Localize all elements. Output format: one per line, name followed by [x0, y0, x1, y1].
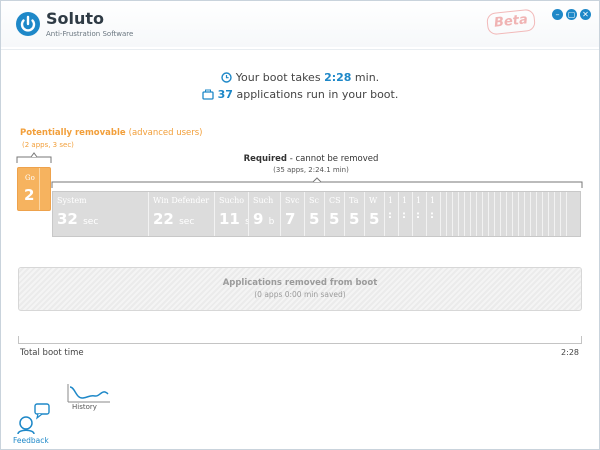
required-app-segment[interactable]: Ta 5: [345, 192, 365, 236]
app-tagline: Anti-Frustration Software: [46, 30, 134, 38]
close-button[interactable]: ✕: [580, 9, 591, 20]
required-title: Required - cannot be removed: [1, 154, 599, 164]
removable-subtitle: (2 apps, 3 sec): [22, 141, 74, 149]
removed-subtitle: (0 apps 0:00 min saved): [254, 290, 346, 299]
removable-title: Potentially removable (advanced users): [20, 128, 203, 138]
apps-count-summary: 37 applications run in your boot.: [1, 88, 599, 101]
boot-time-suffix: min.: [351, 71, 380, 84]
app-window: Soluto Anti-Frustration Software Beta – …: [0, 0, 600, 450]
removable-app-time: 2: [24, 186, 35, 204]
clock-icon: [221, 72, 232, 83]
required-app-segment[interactable]: 1:: [385, 192, 399, 236]
beta-badge: Beta: [485, 8, 537, 36]
required-title-main: Required: [243, 154, 288, 164]
minimize-button[interactable]: –: [552, 9, 563, 20]
required-subtitle: (35 apps, 2:24.1 min): [273, 166, 349, 174]
removable-app-name: Go: [25, 174, 35, 182]
removable-app-segment[interactable]: [40, 168, 50, 210]
total-boot-time-value: 2:28: [561, 348, 579, 357]
header-divider: [1, 49, 599, 50]
removed-title: Applications removed from boot: [222, 278, 378, 288]
required-app-segment[interactable]: 1:: [427, 192, 441, 236]
required-title-suffix: - cannot be removed: [287, 154, 379, 164]
apps-count-suffix: applications run in your boot.: [232, 88, 399, 101]
required-app-segment[interactable]: Sc 5: [305, 192, 325, 236]
title-bar: Soluto Anti-Frustration Software Beta – …: [1, 1, 599, 47]
required-app-segment[interactable]: Such 9 b: [249, 192, 281, 236]
removed-apps-area: Applications removed from boot (0 apps 0…: [18, 267, 582, 311]
required-app-segment[interactable]: Svc 7: [281, 192, 305, 236]
required-app-segment[interactable]: CS 5: [325, 192, 345, 236]
required-app-segment[interactable]: 1:: [399, 192, 413, 236]
required-bracket: [51, 177, 583, 188]
maximize-button[interactable]: ▢: [566, 9, 577, 20]
boot-time-summary: Your boot takes 2:28 min.: [1, 71, 599, 84]
total-timeline: [18, 343, 582, 344]
required-apps-bar: System 32 sec Win Defender 22 sec Sucho 11 …: [52, 191, 581, 237]
removable-title-note: (advanced users): [128, 128, 203, 138]
removable-title-main: Potentially removable: [20, 128, 126, 138]
required-app-segment[interactable]: 1:: [413, 192, 427, 236]
required-app-segment[interactable]: System 32 sec: [53, 192, 149, 236]
app-name: Soluto: [46, 9, 105, 28]
required-app-segment[interactable]: [567, 192, 580, 236]
feedback-icon[interactable]: [15, 403, 51, 435]
total-boot-time-label: Total boot time: [20, 348, 84, 358]
boot-time-prefix: Your boot takes: [235, 71, 325, 84]
removable-app-segment[interactable]: Go 2: [18, 168, 40, 210]
applications-icon: [202, 89, 214, 100]
history-chart-icon[interactable]: [67, 382, 111, 404]
power-logo-icon: [16, 12, 40, 36]
boot-time-value: 2:28: [324, 71, 352, 84]
total-timeline-end-tick: [581, 336, 582, 344]
history-label[interactable]: History: [72, 403, 97, 411]
required-app-segment[interactable]: W5: [365, 192, 385, 236]
required-app-segment[interactable]: Win Defender 22 sec: [149, 192, 215, 236]
apps-count-value: 37: [217, 88, 233, 101]
required-app-segment[interactable]: Sucho11 s: [215, 192, 249, 236]
feedback-label[interactable]: Feedback: [13, 436, 49, 445]
